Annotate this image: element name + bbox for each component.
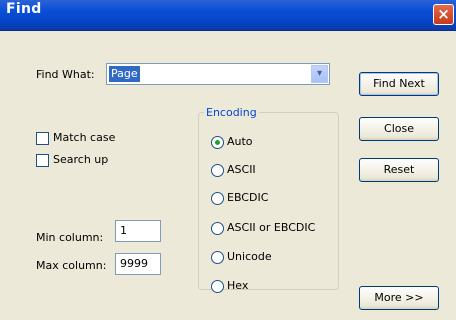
encoding-label-unicode[interactable]: Unicode <box>227 250 272 263</box>
encoding-radio-ascii[interactable] <box>211 164 224 177</box>
find-what-label: Find What: <box>36 68 95 81</box>
min-column-input[interactable]: 1 <box>115 220 161 242</box>
encoding-radio-ebcdic[interactable] <box>211 192 224 205</box>
search-up-checkbox[interactable] <box>36 154 49 167</box>
find-what-combo[interactable]: Page ▾ <box>106 63 330 85</box>
encoding-label-ebcdic[interactable]: EBCDIC <box>227 191 268 204</box>
min-column-label: Min column: <box>36 231 104 244</box>
reset-button[interactable]: Reset <box>359 158 439 182</box>
match-case-label[interactable]: Match case <box>53 131 115 144</box>
encoding-group-title: Encoding <box>204 106 259 119</box>
encoding-radio-hex[interactable] <box>211 280 224 293</box>
search-up-label[interactable]: Search up <box>53 153 108 166</box>
close-icon[interactable]: × <box>433 4 454 25</box>
window-title: Find <box>6 1 42 17</box>
encoding-radio-unicode[interactable] <box>211 251 224 264</box>
encoding-radio-ascii-or-ebcdic[interactable] <box>211 222 224 235</box>
find-next-button[interactable]: Find Next <box>359 72 439 96</box>
find-what-input[interactable]: Page <box>109 66 140 82</box>
encoding-label-ascii[interactable]: ASCII <box>227 163 256 176</box>
title-bar[interactable]: Find × <box>0 0 456 31</box>
max-column-input[interactable]: 9999 <box>115 253 161 275</box>
encoding-label-auto[interactable]: Auto <box>227 135 253 148</box>
max-column-label: Max column: <box>36 259 107 272</box>
encoding-radio-auto[interactable] <box>211 136 224 149</box>
more-button[interactable]: More >> <box>359 286 439 310</box>
encoding-label-ascii-or-ebcdic[interactable]: ASCII or EBCDIC <box>227 221 315 234</box>
encoding-label-hex[interactable]: Hex <box>227 279 248 292</box>
chevron-down-icon[interactable]: ▾ <box>311 65 328 83</box>
close-button[interactable]: Close <box>359 117 439 141</box>
match-case-checkbox[interactable] <box>36 132 49 145</box>
radio-selected-dot <box>215 140 220 145</box>
